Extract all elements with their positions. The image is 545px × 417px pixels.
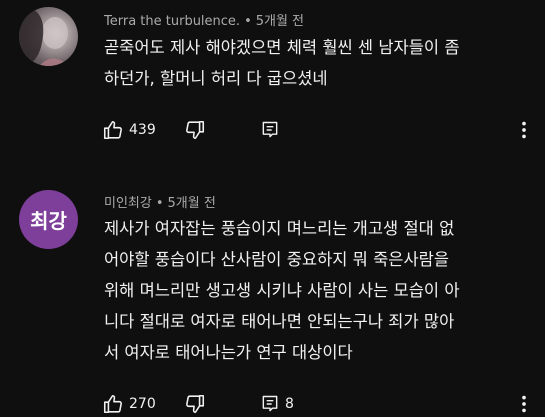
thumb-up-icon: [103, 120, 122, 140]
thumb-up-icon: [103, 394, 122, 414]
comment-line: 하던가, 할머니 허리 다 굽으셨네: [104, 69, 328, 88]
dislike-button[interactable]: [184, 392, 206, 416]
avatar-photo-image: [19, 7, 69, 66]
like-count: 439: [129, 122, 156, 138]
avatar[interactable]: [19, 7, 78, 66]
like-button[interactable]: 270: [102, 392, 156, 416]
comment-item: Terra the turbulence. • 5개월 전 곧죽어도 제사 해야겠으…: [0, 0, 545, 160]
meta-separator: •: [244, 14, 252, 29]
comment-line: 제사가 여자잡는 풍습이지 며느리는 개고생 절대 없: [104, 219, 455, 238]
like-button[interactable]: 439: [102, 118, 156, 142]
comment-time[interactable]: 5개월 전: [256, 14, 304, 29]
reply-count: 8: [285, 396, 294, 412]
author-name[interactable]: 미인최강: [104, 196, 152, 211]
comment-meta: 미인최강 • 5개월 전: [104, 192, 216, 211]
thumb-down-icon: [186, 120, 205, 140]
more-options-button[interactable]: [514, 392, 534, 416]
dislike-button[interactable]: [184, 118, 206, 142]
author-name[interactable]: Terra the turbulence.: [104, 14, 240, 29]
comment-actions: 439: [102, 118, 532, 142]
more-vertical-icon: [522, 395, 526, 413]
thumb-down-icon: [186, 394, 205, 414]
like-count: 270: [129, 396, 156, 412]
comment-actions: 270 8: [102, 392, 532, 416]
comment-text: 곧죽어도 제사 해야겠으면 체력 훨씬 센 남자들이 좀 하던가, 할머니 허리…: [104, 32, 524, 94]
comment-line: 니다 절대로 여자로 태어나면 안되는구나 죄가 많아: [104, 312, 455, 331]
comment-text: 제사가 여자잡는 풍습이지 며느리는 개고생 절대 없 어야할 풍습이다 산사람…: [104, 213, 524, 368]
comment-item: 최강 미인최강 • 5개월 전 제사가 여자잡는 풍습이지 며느리는 개고생 절대 …: [0, 176, 545, 417]
comment-meta: Terra the turbulence. • 5개월 전: [104, 10, 304, 29]
avatar-initials: 최강: [30, 209, 67, 233]
reply-comment-icon: [262, 121, 278, 138]
comment-line: 위해 며느리만 생고생 시키냐 사람이 사는 모습이 아: [104, 281, 460, 300]
more-options-button[interactable]: [514, 118, 534, 142]
reply-comment-icon: [262, 395, 278, 412]
reply-button[interactable]: 8: [260, 392, 294, 416]
comment-line: 어야할 풍습이다 산사람이 중요하지 뭐 죽은사람을: [104, 250, 450, 269]
comment-line: 서 여자로 태어나는가 연구 대상이다: [104, 343, 353, 362]
avatar[interactable]: 최강: [19, 190, 78, 249]
reply-button[interactable]: [260, 118, 285, 142]
comment-time[interactable]: 5개월 전: [168, 196, 216, 211]
more-vertical-icon: [522, 121, 526, 139]
comment-line: 곧죽어도 제사 해야겠으면 체력 훨씬 센 남자들이 좀: [104, 38, 460, 57]
meta-separator: •: [155, 196, 164, 211]
